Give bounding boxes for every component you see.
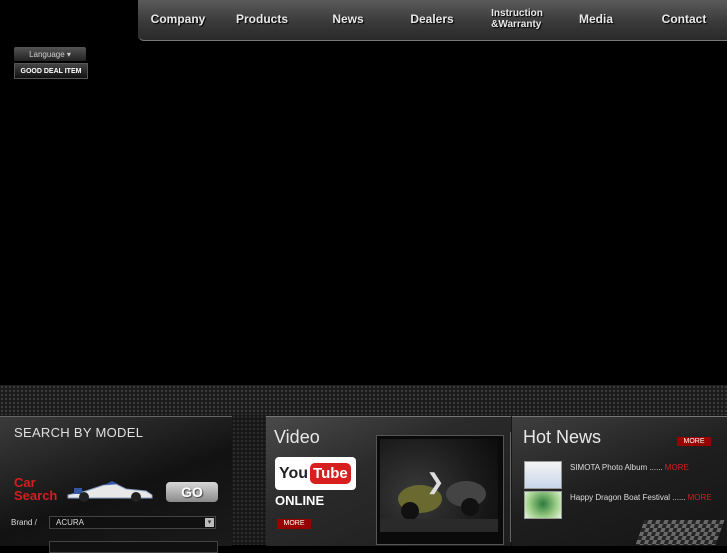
news-item[interactable]: SIMOTA Photo Album ...... MORE bbox=[524, 461, 724, 489]
nav-company[interactable]: Company bbox=[148, 0, 208, 38]
nav-products[interactable]: Products bbox=[230, 0, 294, 38]
go-button[interactable]: GO bbox=[166, 482, 218, 502]
youtube-logo-tube: Tube bbox=[310, 463, 351, 484]
video-panel: Video You Tube ONLINE MORE ❯ bbox=[266, 416, 511, 546]
video-player-frame[interactable]: ❯ bbox=[376, 435, 504, 545]
video-panel-title: Video bbox=[274, 427, 320, 447]
news-item-text: SIMOTA Photo Album ...... MORE bbox=[570, 463, 689, 472]
brand-select[interactable]: ACURA ▾ bbox=[49, 516, 216, 529]
nav-news[interactable]: News bbox=[318, 0, 378, 38]
car-search-label: Car Search bbox=[14, 475, 58, 503]
youtube-logo[interactable]: You Tube bbox=[275, 457, 356, 490]
panel-divider bbox=[510, 432, 511, 542]
news-item-more-link[interactable]: MORE bbox=[688, 493, 712, 502]
mesh-divider-band bbox=[0, 385, 727, 415]
model-select[interactable] bbox=[49, 541, 218, 553]
video-thumbnail[interactable]: ❯ bbox=[380, 439, 498, 532]
language-dropdown[interactable]: Language ▾ bbox=[14, 47, 86, 61]
video-more-button[interactable]: MORE bbox=[277, 519, 311, 529]
news-item-more-link[interactable]: MORE bbox=[665, 463, 689, 472]
race-car-image bbox=[67, 481, 153, 502]
news-thumbnail bbox=[524, 491, 562, 519]
top-navigation-bar: Company Products News Dealers Instructio… bbox=[138, 0, 727, 41]
news-thumbnail bbox=[524, 461, 562, 489]
chevron-down-icon[interactable]: ▾ bbox=[205, 518, 214, 527]
brand-select-value: ACURA bbox=[56, 518, 85, 527]
search-by-model-panel: SEARCH BY MODEL Car Search GO Brand / AC… bbox=[0, 416, 232, 553]
checkered-flag-decoration bbox=[635, 520, 725, 545]
nav-instruction-warranty[interactable]: Instruction &Warranty bbox=[482, 0, 552, 38]
brand-label: Brand / bbox=[11, 518, 37, 527]
play-arrow-icon[interactable]: ❯ bbox=[426, 469, 444, 495]
search-panel-title: SEARCH BY MODEL bbox=[14, 425, 144, 440]
online-label: ONLINE bbox=[275, 493, 325, 508]
good-deal-item-button[interactable]: GOOD DEAL ITEM bbox=[14, 63, 88, 79]
nav-dealers[interactable]: Dealers bbox=[401, 0, 463, 38]
youtube-logo-you: You bbox=[279, 464, 309, 482]
nav-contact[interactable]: Contact bbox=[653, 0, 715, 38]
news-item[interactable]: Happy Dragon Boat Festival ...... MORE bbox=[524, 491, 724, 519]
hot-news-title: Hot News bbox=[523, 427, 602, 447]
news-item-text: Happy Dragon Boat Festival ...... MORE bbox=[570, 493, 712, 502]
news-more-button[interactable]: MORE bbox=[677, 437, 711, 446]
nav-media[interactable]: Media bbox=[568, 0, 624, 38]
